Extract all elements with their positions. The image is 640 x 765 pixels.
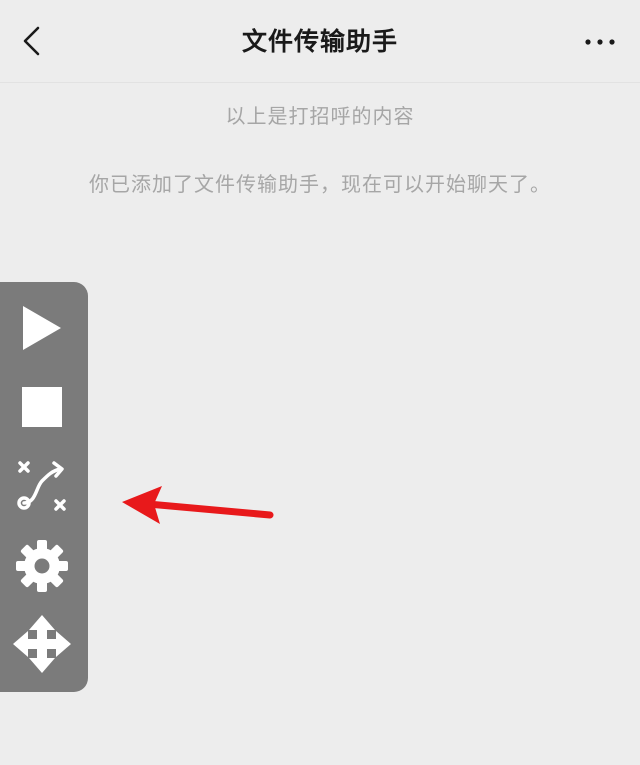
system-message-greeting: 以上是打招呼的内容 xyxy=(225,104,415,128)
gear-icon xyxy=(16,540,68,592)
stop-icon xyxy=(22,387,62,427)
play-button[interactable] xyxy=(6,292,78,364)
page-title: 文件传输助手 xyxy=(241,27,398,56)
system-message-added: 你已添加了文件传输助手，现在可以开始聊天了。 xyxy=(89,172,551,196)
stop-button[interactable] xyxy=(6,371,78,443)
path-route-icon xyxy=(17,461,66,511)
floating-toolbar xyxy=(0,282,88,692)
settings-button[interactable] xyxy=(6,530,78,602)
play-icon xyxy=(23,306,61,350)
move-button[interactable] xyxy=(6,608,78,680)
move-icon xyxy=(13,615,71,673)
red-arrow-icon xyxy=(122,486,274,524)
more-button[interactable] xyxy=(578,22,622,62)
more-horizontal-icon xyxy=(585,39,615,45)
path-route-button[interactable] xyxy=(6,450,78,522)
navigation-bar: 文件传输助手 xyxy=(0,0,640,83)
